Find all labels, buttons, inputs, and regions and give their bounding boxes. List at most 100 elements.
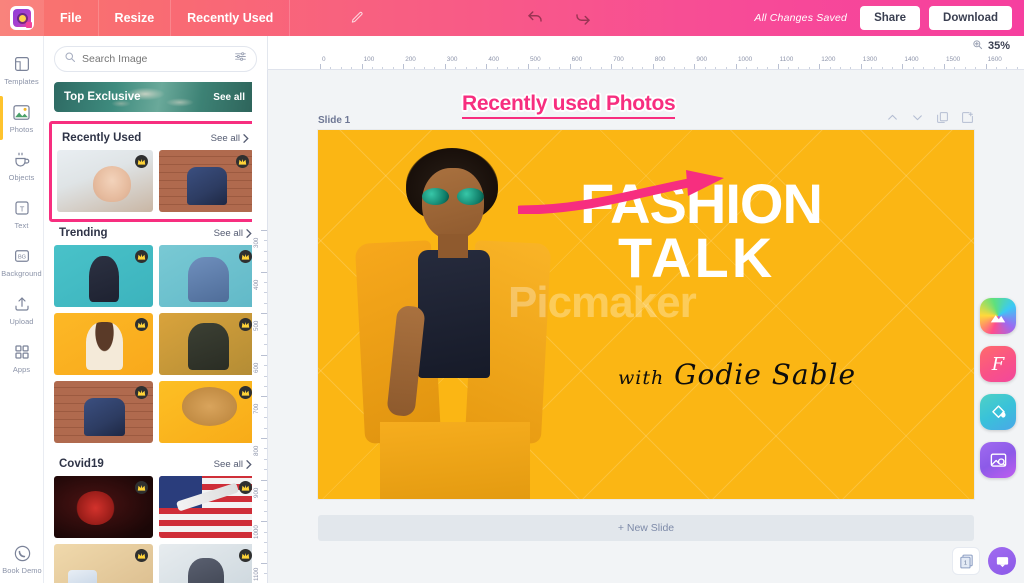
subtitle-prefix: with (618, 367, 665, 389)
pen-icon[interactable] (350, 11, 364, 25)
objects-icon (12, 151, 31, 170)
sidebar-item-background[interactable]: BG Background (0, 238, 44, 286)
ruler-tick-minor (264, 448, 267, 450)
thumb-test-tube-flag[interactable] (158, 476, 257, 538)
left-sidebar: Templates Photos Objects T Text BG Backg… (0, 36, 44, 583)
thumb-man-glasses-blue[interactable] (158, 245, 257, 307)
section-header-recently-used: Recently Used See all (57, 129, 254, 150)
banner-see-all[interactable]: See all (213, 92, 257, 103)
crown-icon (239, 250, 252, 263)
move-up-icon[interactable] (886, 111, 899, 129)
download-button[interactable]: Download (929, 6, 1012, 30)
ruler-tick-minor (264, 490, 267, 491)
subtitle-name: Godie Sable (674, 358, 857, 391)
see-all-covid19[interactable]: See all (214, 459, 252, 470)
crown-icon (134, 481, 148, 494)
book-demo-label: Book Demo (2, 566, 42, 575)
move-down-icon[interactable] (911, 111, 924, 129)
crown-icon (239, 549, 252, 562)
menu-file[interactable]: File (44, 0, 99, 36)
subtitle-text[interactable]: with Godie Sable (618, 358, 974, 391)
sidebar-item-templates[interactable]: Templates (0, 46, 44, 94)
menu-recently-used[interactable]: Recently Used (171, 0, 291, 36)
picmaker-editor: File Resize Recently Used All Changes Sa… (0, 0, 1024, 583)
top-exclusive-banner[interactable]: Top Exclusive See all (54, 82, 257, 112)
duplicate-slide-icon[interactable] (936, 111, 949, 129)
thumb-virus-cells[interactable] (54, 476, 153, 538)
see-all-trending[interactable]: See all (214, 228, 252, 239)
apps-icon (12, 343, 31, 362)
thumb-hand-sanitizer[interactable] (54, 544, 153, 583)
section-title: Recently Used (62, 132, 142, 144)
ruler-tick (261, 438, 267, 439)
undo-icon[interactable] (526, 9, 544, 27)
canvas-stage[interactable]: Slide 1 Picmaker FASHION TALK with Godie… (268, 70, 1024, 583)
thumb-boy-sitting-brick[interactable] (54, 381, 153, 443)
thumb-woman-afro-orange[interactable] (54, 313, 153, 375)
ruler-tick-minor (264, 334, 267, 335)
sidebar-label-background: Background (1, 268, 42, 278)
sidebar-item-apps[interactable]: Apps (0, 334, 44, 382)
sidebar-item-photos[interactable]: Photos (0, 94, 44, 142)
covid19-section: Covid19 See all (44, 453, 267, 583)
upload-icon (12, 295, 31, 314)
book-demo-button[interactable]: Book Demo (0, 544, 44, 575)
ruler-label: 200 (405, 56, 416, 63)
see-all-recently-used[interactable]: See all (211, 133, 249, 144)
ruler-label: 1000 (738, 56, 753, 63)
ruler-tick (261, 271, 267, 273)
ruler-label: 1100 (253, 567, 260, 581)
thumb-woman-face-mask[interactable] (158, 544, 257, 583)
ruler-label: 300 (253, 237, 260, 248)
filter-icon[interactable] (234, 50, 247, 68)
topbar-actions: All Changes Saved Share Download (754, 6, 1024, 30)
search-input[interactable] (82, 53, 234, 65)
thumb-woman-hair-yellow[interactable] (158, 381, 257, 443)
history-controls (364, 9, 754, 27)
thumb-man-shouting-olive[interactable] (158, 313, 257, 375)
image-search-tool[interactable] (980, 442, 1016, 478)
add-slide-icon[interactable] (961, 111, 974, 129)
ruler-label: 700 (253, 404, 260, 415)
ruler-tick-minor (264, 302, 267, 304)
banner-title: Top Exclusive (64, 91, 141, 103)
thumb-baby[interactable] (57, 150, 153, 212)
new-slide-button[interactable]: + New Slide (318, 515, 974, 541)
menu-resize[interactable]: Resize (99, 0, 172, 36)
ruler-label: 600 (571, 56, 583, 63)
ruler-tick-minor (264, 282, 267, 283)
ruler-label: 900 (253, 487, 260, 498)
font-tool[interactable]: F (980, 346, 1016, 382)
sidebar-label-templates: Templates (4, 76, 39, 86)
ruler-label: 1300 (862, 56, 878, 63)
annotation-arrow (515, 170, 738, 219)
page-count-button[interactable]: 1 (952, 547, 980, 575)
ruler-label: 500 (253, 320, 260, 332)
background-icon: BG (12, 247, 31, 266)
thumb-boy-brick-wall[interactable] (158, 150, 254, 212)
redo-icon[interactable] (574, 9, 592, 27)
section-title: Trending (59, 227, 108, 239)
ruler-tick-minor (264, 261, 267, 263)
search-box[interactable] (54, 46, 257, 72)
ruler-tick-minor (264, 375, 267, 377)
chat-support-button[interactable] (988, 547, 1016, 575)
sidebar-label-apps: Apps (12, 364, 31, 374)
sidebar-item-objects[interactable]: Objects (0, 142, 44, 190)
thumb-woman-teal[interactable] (54, 245, 153, 307)
picmaker-logo[interactable] (0, 0, 44, 36)
color-palette-tool[interactable] (980, 298, 1016, 334)
share-button[interactable]: Share (860, 6, 921, 30)
sidebar-item-text[interactable]: T Text (0, 190, 44, 238)
crown-icon (239, 481, 252, 494)
zoom-control[interactable]: 35% (268, 36, 1024, 56)
ruler-tick-minor (264, 427, 267, 429)
ruler-tick (261, 562, 267, 564)
crown-icon (134, 155, 148, 168)
paint-bucket-tool[interactable] (980, 394, 1016, 430)
ruler-tick-minor (264, 573, 267, 575)
slide-label: Slide 1 (318, 114, 351, 126)
sidebar-item-upload[interactable]: Upload (0, 286, 44, 334)
sidebar-label-objects: Objects (8, 172, 35, 182)
top-bar: File Resize Recently Used All Changes Sa… (0, 0, 1024, 36)
